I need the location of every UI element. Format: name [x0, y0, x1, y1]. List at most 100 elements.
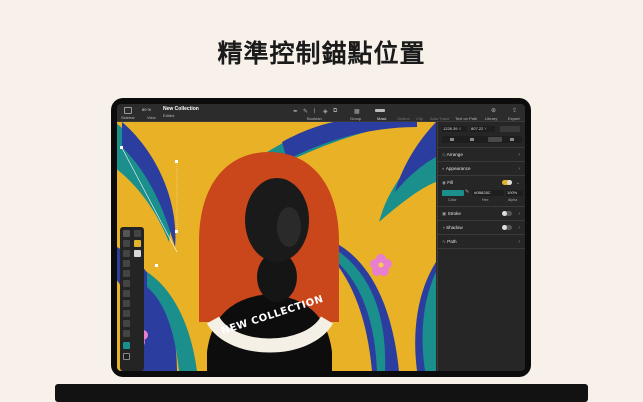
chevron-right-icon: ›: [518, 225, 520, 231]
pen-icon[interactable]: ✒: [293, 108, 298, 115]
boolean-label: Boolean: [307, 116, 322, 121]
anchor-point: [155, 264, 158, 267]
sidebar-label: Sidebar: [121, 115, 135, 120]
fill-color-swatch[interactable]: [123, 342, 130, 349]
arrange-section[interactable]: ◇ Arrange ›: [442, 152, 522, 158]
divider: [438, 161, 525, 162]
divider: [438, 234, 525, 235]
pencil-icon[interactable]: ✎: [303, 108, 308, 115]
mask-icon[interactable]: [375, 109, 385, 112]
brush-icon[interactable]: ⌇: [313, 108, 316, 115]
anchor-point: [175, 160, 178, 163]
pencil-tool-icon[interactable]: [123, 250, 130, 257]
fill-opacity-input[interactable]: 100%: [506, 190, 523, 196]
zoom-tool-icon[interactable]: [123, 320, 130, 327]
stroke-label: Stroke: [447, 211, 461, 216]
stroke-section[interactable]: ▣ Stroke ›: [442, 211, 522, 217]
appearance-icon: ◐: [442, 166, 445, 171]
export-label: Export: [508, 116, 520, 121]
shadow-icon: ◑: [442, 225, 445, 230]
x-value: 1226.39: [443, 126, 458, 131]
page-headline: 精準控制錨點位置: [217, 39, 426, 68]
outline-label: Outline: [397, 116, 410, 121]
arrange-icon: ◇: [442, 152, 446, 157]
boolean-icon[interactable]: ⧉: [333, 108, 337, 115]
align-right-icon[interactable]: [510, 138, 514, 141]
path-label: Path: [447, 239, 457, 244]
color-caption: Color: [448, 198, 457, 202]
shadow-label: Shadow: [446, 225, 463, 230]
fill-toggle[interactable]: [502, 180, 512, 185]
chevron-right-icon: ›: [518, 239, 520, 245]
tools-palette: [120, 227, 144, 371]
anchor-point: [175, 230, 178, 233]
fill-label: Fill: [447, 180, 454, 185]
stroke-toggle[interactable]: [502, 211, 512, 216]
pen-tool-icon[interactable]: [134, 240, 141, 247]
shadow-toggle[interactable]: [502, 225, 512, 230]
fill-section[interactable]: ◉ Fill ⌄: [442, 180, 522, 186]
divider: [438, 175, 525, 176]
chevron-down-icon: ⌄: [515, 180, 520, 186]
rectangle-tool-icon[interactable]: [123, 270, 130, 277]
laptop-base: [55, 384, 588, 402]
text-on-path-label: Text on Path: [455, 116, 478, 121]
eyedropper-tool-icon[interactable]: [123, 330, 130, 337]
canvas[interactable]: NEW COLLECTION: [117, 122, 436, 371]
flower-right: [370, 254, 392, 276]
ellipse-tool-icon[interactable]: [123, 280, 130, 287]
size-field[interactable]: [500, 126, 520, 132]
alignment-bar: [442, 136, 522, 143]
select-tool-icon[interactable]: [123, 230, 130, 237]
hand-tool-icon[interactable]: [123, 310, 130, 317]
toolbar: Sidebar 80 % View New Collection Edited …: [117, 104, 525, 122]
stroke-icon: ▣: [442, 211, 447, 216]
align-center-icon[interactable]: [470, 138, 474, 141]
document-title[interactable]: New Collection: [163, 106, 199, 112]
group-icon[interactable]: ▦: [354, 108, 360, 115]
y-unit: Y: [484, 126, 487, 131]
clip-label: Clip: [416, 116, 423, 121]
alpha-caption: Alpha: [508, 198, 518, 202]
shadow-section[interactable]: ◑ Shadow ›: [442, 225, 522, 231]
library-label: Library: [485, 116, 498, 121]
anchor-point: [120, 146, 123, 149]
shape-tool-icon[interactable]: [134, 230, 141, 237]
view-label: View: [147, 115, 156, 120]
align-selected-icon[interactable]: [488, 137, 502, 142]
knife-tool-icon[interactable]: [134, 250, 141, 257]
appearance-label: Appearance: [445, 166, 471, 171]
mask-label: Mask: [377, 116, 387, 121]
divider: [438, 220, 525, 221]
divider: [438, 206, 525, 207]
sidebar-icon[interactable]: [124, 107, 132, 114]
eraser-tool-icon[interactable]: [123, 300, 130, 307]
zoom-value[interactable]: 80 %: [142, 107, 151, 112]
path-section[interactable]: ∿ Path ›: [442, 239, 522, 245]
stroke-color-swatch[interactable]: [123, 353, 130, 360]
divider: [438, 248, 525, 249]
artwork: [117, 122, 436, 371]
fill-icon: ◉: [442, 180, 447, 185]
text-tool-icon[interactable]: [123, 290, 130, 297]
direct-select-tool-icon[interactable]: [123, 240, 130, 247]
export-icon[interactable]: ⇪: [512, 107, 517, 114]
x-position-field[interactable]: 1226.39 X: [442, 126, 467, 132]
fill-hex-input[interactable]: #0B828C: [472, 190, 504, 196]
portrait-face-highlight: [277, 207, 301, 247]
align-left-icon[interactable]: [450, 138, 454, 141]
appearance-section[interactable]: ◐ Appearance ›: [442, 166, 522, 172]
app-window: Sidebar 80 % View New Collection Edited …: [117, 104, 525, 371]
group-label: Group: [350, 116, 362, 121]
brush-tool-icon[interactable]: [123, 260, 130, 267]
document-status: Edited: [163, 113, 175, 118]
path-icon: ∿: [442, 239, 446, 244]
divider: [438, 147, 525, 148]
chevron-right-icon: ›: [518, 166, 520, 172]
fill-color-swatch[interactable]: [442, 190, 464, 196]
x-unit: X: [458, 126, 462, 131]
node-icon[interactable]: ◈: [323, 108, 328, 115]
library-icon[interactable]: ⊕: [491, 107, 496, 114]
y-position-field[interactable]: 807.22 Y: [470, 126, 495, 132]
eyedropper-icon[interactable]: ✎: [465, 189, 469, 195]
